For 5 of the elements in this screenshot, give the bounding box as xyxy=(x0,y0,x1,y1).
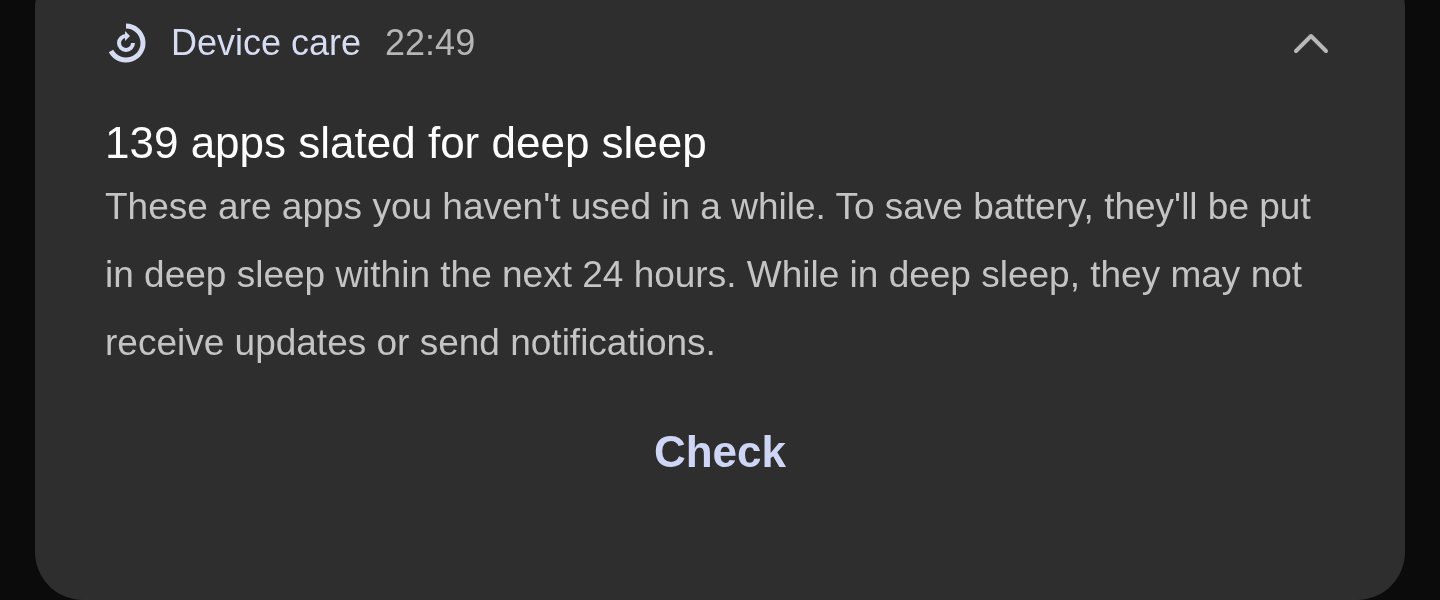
action-button[interactable]: Check xyxy=(637,419,803,485)
notification-time: 22:49 xyxy=(385,21,476,64)
app-name: Device care xyxy=(171,21,362,64)
notification-title: 139 apps slated for deep sleep xyxy=(105,117,708,169)
notification-body: These are apps you haven't used in a while. To save battery, they'll be put in deep sleep within the next 24 hours. While in deep sleep, they may not receive updates or send notifications. xyxy=(105,185,1312,365)
